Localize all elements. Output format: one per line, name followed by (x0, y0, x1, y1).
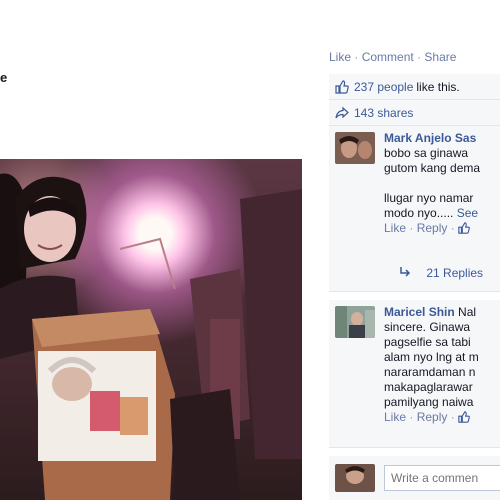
shares-row: 143 shares (329, 100, 500, 126)
likes-count-link[interactable]: 237 people (354, 80, 413, 94)
comment-like-link[interactable]: Like (384, 221, 406, 235)
comments-panel: Like · Comment · Share 237 people like t… (325, 0, 500, 500)
comment-body: Mark Anjelo Sas bobo sa ginawa gutom kan… (384, 131, 500, 236)
action-separator: · (450, 410, 455, 424)
post-photo[interactable] (0, 159, 302, 500)
comment-input[interactable] (384, 465, 500, 491)
action-separator: · (450, 221, 455, 235)
comment-text-line: pagselfie sa tabi (384, 335, 471, 349)
comment-text-line: gutom kang dema (384, 161, 481, 175)
share-arrow-icon (335, 106, 349, 120)
post-actions: Like · Comment · Share (329, 50, 456, 64)
comment-text-line: modo nyo..... (384, 206, 454, 220)
see-more-link[interactable]: See (457, 206, 478, 220)
shares-link[interactable]: 143 shares (354, 106, 413, 120)
reply-arrow-icon (399, 266, 411, 280)
comment-reply-link[interactable]: Reply (417, 410, 448, 424)
avatar[interactable] (335, 132, 375, 164)
thumbs-up-icon[interactable] (458, 411, 470, 423)
post-stats: 237 people like this. 143 shares (329, 74, 500, 126)
comment-text-line: sincere. Ginawa (384, 320, 471, 334)
comment-text-line: makapaglarawar (384, 380, 473, 394)
like-link[interactable]: Like (329, 50, 351, 64)
comment-text-line: nararamdaman n (384, 365, 476, 379)
post-caption-cropped (0, 0, 200, 6)
post-author-fragment: e (0, 70, 8, 85)
comment-item: Maricel Shin Nal sincere. Ginawa pagself… (329, 300, 500, 448)
view-replies-link[interactable]: 21 Replies (399, 266, 483, 280)
avatar (335, 464, 375, 492)
comment-text-start: Nal (458, 305, 477, 319)
thumbs-up-icon (335, 79, 349, 94)
comment-author[interactable]: Mark Anjelo Sas (384, 131, 476, 145)
comment-text-gap (384, 176, 500, 191)
action-separator: · (354, 50, 359, 64)
comment-body: Maricel Shin Nal sincere. Ginawa pagself… (384, 305, 500, 425)
action-separator: · (409, 410, 414, 424)
photo-illustration (0, 173, 302, 500)
replies-count: 21 Replies (426, 266, 484, 280)
action-separator: · (409, 221, 414, 235)
comment-reply-link[interactable]: Reply (417, 221, 448, 235)
comment-text-line: pamilyang naiwa (384, 395, 474, 409)
comment-text-line: alam nyo lng at m (384, 350, 479, 364)
comment-text-line: bobo sa ginawa (384, 146, 469, 160)
comment-link[interactable]: Comment (362, 50, 414, 64)
comment-author[interactable]: Maricel Shin (384, 305, 455, 319)
likes-suffix: like this. (416, 79, 460, 94)
action-separator: · (417, 50, 422, 64)
share-link[interactable]: Share (424, 50, 456, 64)
likes-row: 237 people like this. (329, 74, 500, 100)
comment-actions: Like · Reply · (384, 221, 500, 236)
comment-composer (329, 456, 500, 500)
comment-item: Mark Anjelo Sas bobo sa ginawa gutom kan… (329, 126, 500, 292)
comment-text-line: llugar nyo namar (384, 191, 474, 205)
avatar[interactable] (335, 306, 375, 338)
comment-like-link[interactable]: Like (384, 410, 406, 424)
thumbs-up-icon[interactable] (458, 222, 470, 234)
comment-actions: Like · Reply · (384, 410, 500, 425)
